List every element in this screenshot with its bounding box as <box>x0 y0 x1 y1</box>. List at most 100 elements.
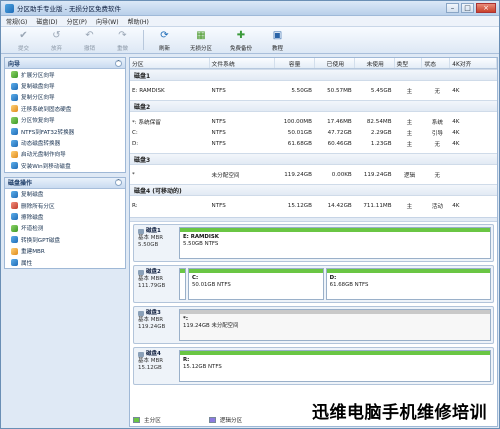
op-properties[interactable]: 属性 <box>5 257 125 268</box>
wizard-panel: 向导 ⌃ 扩展分区向导 复制磁盘向导 复制分区向导 迁移系统到固态硬盘 分区恢复… <box>4 57 126 173</box>
op-label: 删除所有分区 <box>21 203 55 210</box>
tutorial-icon: ▣ <box>272 30 283 41</box>
redo-label: 重做 <box>116 46 128 52</box>
partition-block[interactable]: R: 15.12GB NTFS <box>179 350 491 382</box>
discard-button[interactable]: ↺ 放弃 <box>40 27 73 52</box>
partition-block[interactable]: D: 61.68GB NTFS <box>325 268 491 300</box>
cell-capacity: 61.68GB <box>287 140 312 147</box>
partition-block[interactable]: E: RAMDISK 5.50GB NTFS <box>179 227 491 259</box>
refresh-icon: ⟳ <box>160 30 169 41</box>
cell-status: 系统 <box>431 119 443 126</box>
col-capacity[interactable]: 容量 <box>275 58 315 68</box>
wizard-item-partition-recovery[interactable]: 分区恢复向导 <box>5 115 125 126</box>
table-row[interactable]: C: NTFS 50.01GB 47.72GB 2.29GB 主 引导 4K <box>130 127 497 138</box>
tutorial-button[interactable]: ▣ 教程 <box>261 27 294 52</box>
op-rebuild-mbr[interactable]: 重建MBR <box>5 245 125 256</box>
collapse-icon[interactable]: ⌃ <box>115 179 122 187</box>
lossless-partition-button[interactable]: ▦ 无损分区 <box>181 27 221 52</box>
logical-legend-label: 逻辑分区 <box>219 418 243 424</box>
table-row[interactable]: *: 系统保留 NTFS 100.00MB 17.46MB 82.54MB 主 … <box>130 116 497 127</box>
disk-map-row[interactable]: 磁盘4 基本 MBR 15.12GB R: 15.12GB NTFS <box>133 347 494 385</box>
commit-icon: ✔ <box>19 30 28 41</box>
disk-map-row[interactable]: 磁盘1 基本 MBR 5.50GB E: RAMDISK 5.50GB NTFS <box>133 224 494 262</box>
commit-button[interactable]: ✔ 提交 <box>7 27 40 52</box>
op-copy-disk[interactable]: 复制磁盘 <box>5 189 125 200</box>
table-row[interactable]: * 未分配空间 119.24GB 0.00KB 119.24GB 逻辑 无 <box>130 169 497 180</box>
menu-bar: 常规(G) 磁盘(D) 分区(P) 向导(W) 帮助(H) <box>1 16 499 27</box>
partition-block-unallocated[interactable]: *: 119.24GB 未分配空间 <box>179 309 491 341</box>
watermark-text: 迅维电脑手机维修培训 <box>312 403 487 423</box>
disk-partitions: C: 50.01GB NTFS D: 61.68GB NTFS <box>179 266 493 302</box>
title-bar[interactable]: 分区助手专业版 - 无损分区免费软件 – □ × <box>1 1 499 16</box>
op-convert-gpt[interactable]: 转换到GPT磁盘 <box>5 234 125 245</box>
cell-partition: * <box>132 171 135 178</box>
op-delete-all-partitions[interactable]: 删除所有分区 <box>5 200 125 211</box>
disk-map-label: 磁盘1 基本 MBR 5.50GB <box>134 225 179 261</box>
menu-general[interactable]: 常规(G) <box>6 17 27 26</box>
col-4k-align[interactable]: 4K对齐 <box>450 58 497 68</box>
collapse-icon[interactable]: ⌃ <box>115 59 122 67</box>
wizard-panel-header[interactable]: 向导 ⌃ <box>5 58 125 69</box>
wizard-item-copy-partition[interactable]: 复制分区向导 <box>5 92 125 103</box>
main-area: 分区 文件系统 容量 已使用 未使用 类型 状态 4K对齐 磁盘1 E: RAM… <box>129 57 498 427</box>
col-filesystem[interactable]: 文件系统 <box>210 58 276 68</box>
primary-legend-swatch <box>133 417 140 423</box>
cell-status: 无 <box>434 172 441 179</box>
wizard-item-migrate-os[interactable]: 迁移系统到固态硬盘 <box>5 103 125 114</box>
disk-map-row[interactable]: 磁盘2 基本 MBR 111.79GB C: 50.01GB NTFS D: 6… <box>133 265 494 303</box>
refresh-button[interactable]: ⟳ 刷新 <box>148 27 181 52</box>
table-row[interactable]: D: NTFS 61.68GB 60.46GB 1.23GB 主 无 4K <box>130 138 497 149</box>
menu-help[interactable]: 帮助(H) <box>128 17 149 26</box>
disk-icon <box>138 270 144 275</box>
wizard-item-copy-disk[interactable]: 复制磁盘向导 <box>5 80 125 91</box>
disk-type: 基本 MBR <box>138 358 164 364</box>
table-row[interactable]: R: NTFS 15.12GB 14.42GB 711.11MB 主 活动 4K <box>130 200 497 211</box>
cell-unused: 5.45GB <box>370 87 392 94</box>
menu-wizard[interactable]: 向导(W) <box>96 17 119 26</box>
partition-legend: 主分区 逻辑分区 <box>133 416 242 424</box>
col-status[interactable]: 状态 <box>422 58 451 68</box>
op-bad-sector-check[interactable]: 坏道检测 <box>5 223 125 234</box>
disk-map-row[interactable]: 磁盘3 基本 MBR 119.24GB *: 119.24GB 未分配空间 <box>133 306 494 344</box>
wizard-item-extend-partition[interactable]: 扩展分区向导 <box>5 69 125 80</box>
undo-button[interactable]: ↶ 撤销 <box>73 27 106 52</box>
disk-map-label: 磁盘4 基本 MBR 15.12GB <box>134 348 179 384</box>
menu-partition[interactable]: 分区(P) <box>67 17 87 26</box>
minimize-button[interactable]: – <box>446 3 459 13</box>
cell-unused: 82.54MB <box>366 118 392 125</box>
wizard-item-windows-to-go[interactable]: 安装Win到移动磁盘 <box>5 160 125 171</box>
partition-block[interactable]: C: 50.01GB NTFS <box>188 268 324 300</box>
close-button[interactable]: × <box>476 3 496 13</box>
window-controls: – □ × <box>446 3 496 13</box>
cell-unused: 2.29GB <box>370 129 392 136</box>
commit-label: 提交 <box>17 46 29 52</box>
partition-usage-bar <box>326 269 490 273</box>
col-type[interactable]: 类型 <box>395 58 423 68</box>
disk-name: 磁盘4 <box>138 351 179 358</box>
cell-4k: 4K <box>452 140 460 147</box>
op-label: 转换到GPT磁盘 <box>21 237 61 244</box>
wizard-item-ntfs-fat32[interactable]: NTFS到FAT32转换器 <box>5 126 125 137</box>
redo-button[interactable]: ↷ 重做 <box>106 27 139 52</box>
col-used[interactable]: 已使用 <box>315 58 355 68</box>
cell-used: 14.42GB <box>327 202 352 209</box>
partition-block-system-reserved[interactable] <box>179 268 186 300</box>
col-partition[interactable]: 分区 <box>130 58 210 68</box>
op-wipe-disk[interactable]: 擦除磁盘 <box>5 211 125 222</box>
left-sidebar: 向导 ⌃ 扩展分区向导 复制磁盘向导 复制分区向导 迁移系统到固态硬盘 分区恢复… <box>4 57 126 427</box>
cell-partition: D: <box>132 140 139 147</box>
disk-operations-header[interactable]: 磁盘操作 ⌃ <box>5 177 125 189</box>
wizard-item-dynamic-disk[interactable]: 动态磁盘转换器 <box>5 137 125 148</box>
disk-map: 磁盘1 基本 MBR 5.50GB E: RAMDISK 5.50GB NTFS… <box>130 222 497 390</box>
col-unused[interactable]: 未使用 <box>355 58 395 68</box>
disk-size: 119.24GB <box>138 324 166 330</box>
maximize-button[interactable]: □ <box>461 3 474 13</box>
table-row[interactable]: E: RAMDISK NTFS 5.50GB 50.57MB 5.45GB 主 … <box>130 85 497 96</box>
disk-name-text: 磁盘2 <box>146 269 161 275</box>
partition-info: 50.01GB NTFS <box>192 281 231 288</box>
wizard-item-bootable-media[interactable]: 启动光盘制作向导 <box>5 149 125 160</box>
disk-icon <box>138 229 144 234</box>
menu-disk[interactable]: 磁盘(D) <box>36 17 57 26</box>
free-backup-button[interactable]: ✚ 免费备份 <box>221 27 261 52</box>
cell-capacity: 50.01GB <box>287 129 312 136</box>
